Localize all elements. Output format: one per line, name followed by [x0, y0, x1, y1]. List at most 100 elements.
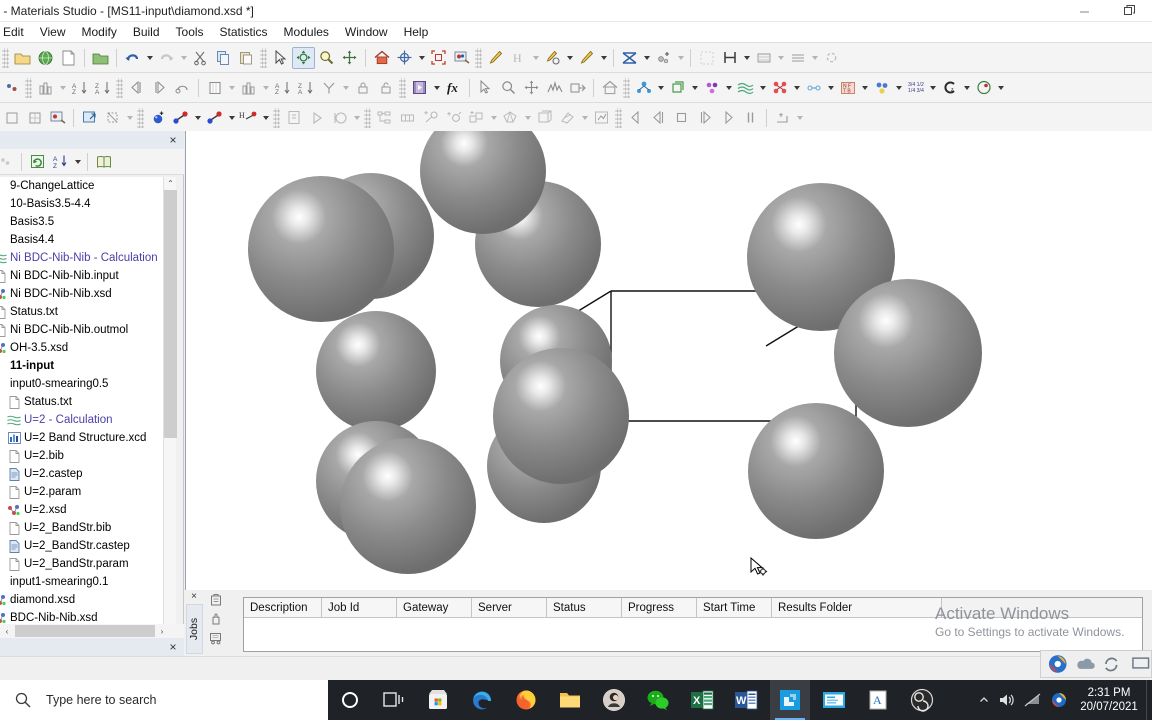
fit-to-window-icon[interactable]: [427, 47, 450, 69]
network-icon[interactable]: [1020, 680, 1046, 720]
redo-dropdown-arrow[interactable]: [178, 47, 189, 69]
file-explorer-icon[interactable]: [550, 680, 590, 720]
powerpoint-icon[interactable]: [814, 680, 854, 720]
add-atoms-dropdown-arrow[interactable]: [675, 47, 686, 69]
supercell-dropdown-arrow[interactable]: [689, 77, 700, 99]
cut-icon[interactable]: [189, 47, 212, 69]
table-view-icon[interactable]: [203, 77, 226, 99]
gulp-dropdown-arrow[interactable]: [961, 77, 972, 99]
chart-dropdown-arrow[interactable]: [57, 77, 68, 99]
stop-icon[interactable]: [670, 107, 693, 129]
toolbar-grip[interactable]: [2, 47, 9, 68]
hydrogen-bond-dropdown-arrow[interactable]: [260, 107, 271, 129]
tree-item[interactable]: Basis4.4: [0, 231, 172, 249]
clean-structure-icon[interactable]: [618, 47, 641, 69]
menu-tools[interactable]: Tools: [168, 23, 212, 41]
table-dropdown-arrow[interactable]: [226, 77, 237, 99]
photo-app-icon[interactable]: [594, 680, 634, 720]
export-chart-icon[interactable]: [590, 107, 613, 129]
lock-column-icon[interactable]: [351, 77, 374, 99]
crystal-cell-icon[interactable]: [533, 107, 556, 129]
undo-icon[interactable]: [121, 47, 144, 69]
sort-dropdown-arrow[interactable]: [72, 151, 83, 173]
sketch-pencil-icon[interactable]: [575, 47, 598, 69]
display-options-icon[interactable]: [46, 107, 69, 129]
scroll-thumb[interactable]: [164, 190, 177, 438]
wechat-icon[interactable]: [638, 680, 678, 720]
copy-icon[interactable]: [212, 47, 235, 69]
run-job-icon[interactable]: [282, 107, 305, 129]
tree-item[interactable]: Ni BDC-Nib-Nib.outmol: [0, 321, 172, 339]
cell-display-icon[interactable]: [0, 107, 23, 129]
add-atoms-icon[interactable]: [652, 47, 675, 69]
toolbar-grip[interactable]: [364, 107, 371, 128]
build-layer-dropdown-arrow[interactable]: [775, 47, 786, 69]
volume-icon[interactable]: [994, 680, 1020, 720]
hand-icon[interactable]: [207, 611, 225, 627]
tree-item[interactable]: input1-smearing0.1: [0, 573, 172, 591]
job-transfer-icon[interactable]: [207, 630, 225, 646]
firefox-icon[interactable]: [506, 680, 546, 720]
jobs-column-header[interactable]: Start Time: [697, 598, 772, 617]
center-view-icon[interactable]: [393, 47, 416, 69]
dmol-dropdown-arrow[interactable]: [995, 77, 1006, 99]
task-view-icon[interactable]: [374, 680, 414, 720]
hscroll-right-arrow[interactable]: ›: [155, 625, 169, 638]
tree-item[interactable]: OH-3.5.xsd: [0, 339, 172, 357]
tree-item[interactable]: U=2.xsd: [0, 501, 172, 519]
jobs-table-body[interactable]: [244, 618, 1142, 651]
menu-modules[interactable]: Modules: [276, 23, 337, 41]
lattice-plane-icon[interactable]: [101, 107, 124, 129]
tree-item[interactable]: Status.txt: [0, 303, 172, 321]
tree-item[interactable]: diamond.xsd: [0, 591, 172, 609]
next-frame-icon[interactable]: [693, 107, 716, 129]
new-document-icon[interactable]: [57, 47, 80, 69]
microsoft-store-icon[interactable]: [418, 680, 458, 720]
tray-overflow-popup[interactable]: [1040, 650, 1152, 678]
tree-item[interactable]: U=2_BandStr.castep: [0, 537, 172, 555]
home-view-icon[interactable]: [370, 47, 393, 69]
supercell-icon[interactable]: [666, 77, 689, 99]
molecule-dropdown-arrow[interactable]: [723, 77, 734, 99]
tree-item[interactable]: Basis3.5: [0, 213, 172, 231]
hydrogen-bond-icon[interactable]: H: [237, 107, 260, 129]
toolbar-grip[interactable]: [137, 107, 144, 128]
tree-item[interactable]: Status.txt: [0, 393, 172, 411]
jobs-column-header[interactable]: Status: [547, 598, 622, 617]
jobs-table[interactable]: Description Job Id Gateway Server Status Prog…: [243, 597, 1143, 652]
search-icon[interactable]: [0, 692, 46, 708]
sort-az-icon[interactable]: AZ: [271, 77, 294, 99]
crystal-symmetry-icon[interactable]: 3/4 1/2 1/4 3/4: [904, 77, 927, 99]
bond-icon[interactable]: [802, 77, 825, 99]
security-icon[interactable]: [1046, 680, 1072, 720]
tree-item[interactable]: U=2_BandStr.bib: [0, 519, 172, 537]
tree-item[interactable]: U=2.castep: [0, 465, 172, 483]
histogram-icon[interactable]: [237, 77, 260, 99]
measure-distance-icon[interactable]: [718, 47, 741, 69]
loop-dropdown-arrow[interactable]: [351, 107, 362, 129]
tree-item[interactable]: U=2 Band Structure.xcd: [0, 429, 172, 447]
tree-item[interactable]: U=2 - Calculation: [0, 411, 172, 429]
tree-item[interactable]: 9-ChangeLattice: [0, 177, 172, 195]
jobs-column-header[interactable]: Description: [244, 598, 322, 617]
lattice-dropdown-arrow[interactable]: [655, 77, 666, 99]
diamond-crystal-structure[interactable]: [186, 131, 1152, 590]
chart-column-icon[interactable]: [34, 77, 57, 99]
toolbar-grip[interactable]: [273, 107, 280, 128]
function-icon[interactable]: fx: [442, 77, 465, 99]
bond-atoms-alt-icon[interactable]: [203, 107, 226, 129]
bond-atoms-icon[interactable]: [169, 107, 192, 129]
tree-item[interactable]: Ni BDC-Nib-Nib.xsd: [0, 285, 172, 303]
jobs-column-header[interactable]: Results Folder: [772, 598, 942, 617]
show-desktop-button[interactable]: [1146, 680, 1152, 720]
jobs-column-header[interactable]: Gateway: [397, 598, 472, 617]
word-icon[interactable]: W: [726, 680, 766, 720]
sketch-pencil-dropdown-arrow[interactable]: [598, 47, 609, 69]
lattice-parameters-icon[interactable]: [632, 77, 655, 99]
onedrive-icon[interactable]: [1075, 655, 1097, 673]
display-style-icon[interactable]: [450, 47, 473, 69]
add-cube-dropdown-arrow[interactable]: [488, 107, 499, 129]
add-cube-icon[interactable]: [465, 107, 488, 129]
tree-item[interactable]: U=2.bib: [0, 447, 172, 465]
toolbar-grip[interactable]: [399, 77, 406, 98]
